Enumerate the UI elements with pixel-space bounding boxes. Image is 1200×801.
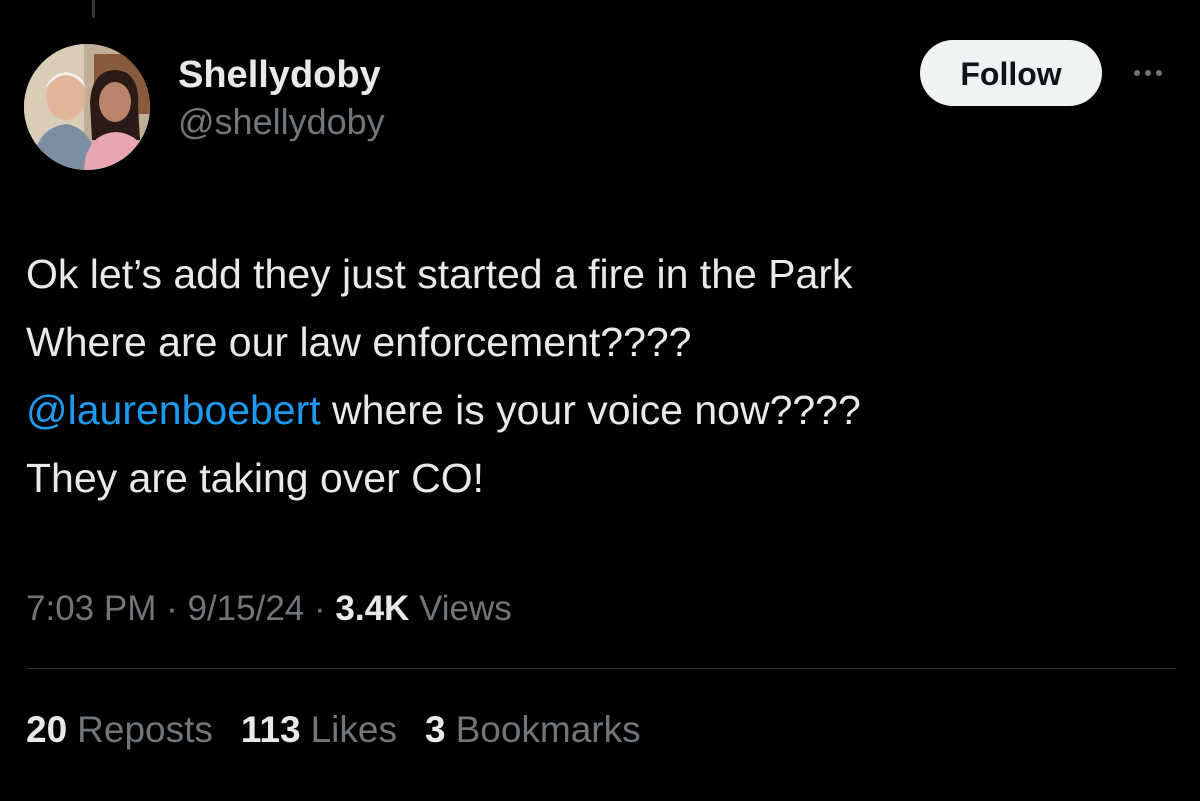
tweet-line-4: They are taking over CO! <box>26 455 485 501</box>
tweet-time[interactable]: 7:03 PM <box>26 589 156 628</box>
likes-count: 113 <box>240 709 301 750</box>
bookmarks-stat[interactable]: 3 Bookmarks <box>425 704 641 756</box>
more-dot-icon <box>1156 70 1162 76</box>
views-count: 3.4K <box>335 589 410 628</box>
more-dot-icon <box>1134 70 1140 76</box>
follow-button[interactable]: Follow <box>920 40 1102 106</box>
views-label: Views <box>419 589 512 628</box>
reposts-stat[interactable]: 20 Reposts <box>26 704 213 756</box>
thread-connector-line <box>92 0 95 18</box>
author-handle[interactable]: @shellydoby <box>178 100 385 144</box>
author-names: Shellydoby @shellydoby <box>178 52 385 144</box>
more-options-button[interactable] <box>1128 58 1168 88</box>
tweet-date[interactable]: 9/15/24 <box>187 589 304 628</box>
bookmarks-count: 3 <box>424 709 446 750</box>
tweet-line-1: Ok let’s add they just started a fire in… <box>26 251 853 297</box>
tweet-text: Ok let’s add they just started a fire in… <box>26 240 1176 512</box>
tweet-line-2: Where are our law enforcement???? <box>26 319 692 365</box>
meta-separator: · <box>314 589 326 628</box>
reposts-count: 20 <box>26 709 68 750</box>
tweet-header: Shellydoby @shellydoby Follow <box>24 40 1176 170</box>
bookmarks-label: Bookmarks <box>455 709 641 750</box>
meta-separator: · <box>166 589 178 628</box>
author-display-name[interactable]: Shellydoby <box>178 52 385 98</box>
divider <box>26 668 1176 669</box>
tweet-meta: 7:03 PM · 9/15/24 · 3.4K Views <box>26 584 512 634</box>
engagement-stats: 20 Reposts 113 Likes 3 Bookmarks <box>26 704 641 756</box>
mention-link[interactable]: @laurenboebert <box>26 387 321 433</box>
avatar-photo <box>24 44 150 170</box>
tweet-line-3-text: where is your voice now???? <box>320 387 861 433</box>
likes-stat[interactable]: 113 Likes <box>241 704 397 756</box>
more-dot-icon <box>1145 70 1151 76</box>
reposts-label: Reposts <box>77 709 213 750</box>
avatar[interactable] <box>24 44 150 170</box>
likes-label: Likes <box>310 709 397 750</box>
tweet-line-3: @laurenboebert where is your voice now??… <box>26 376 1176 444</box>
